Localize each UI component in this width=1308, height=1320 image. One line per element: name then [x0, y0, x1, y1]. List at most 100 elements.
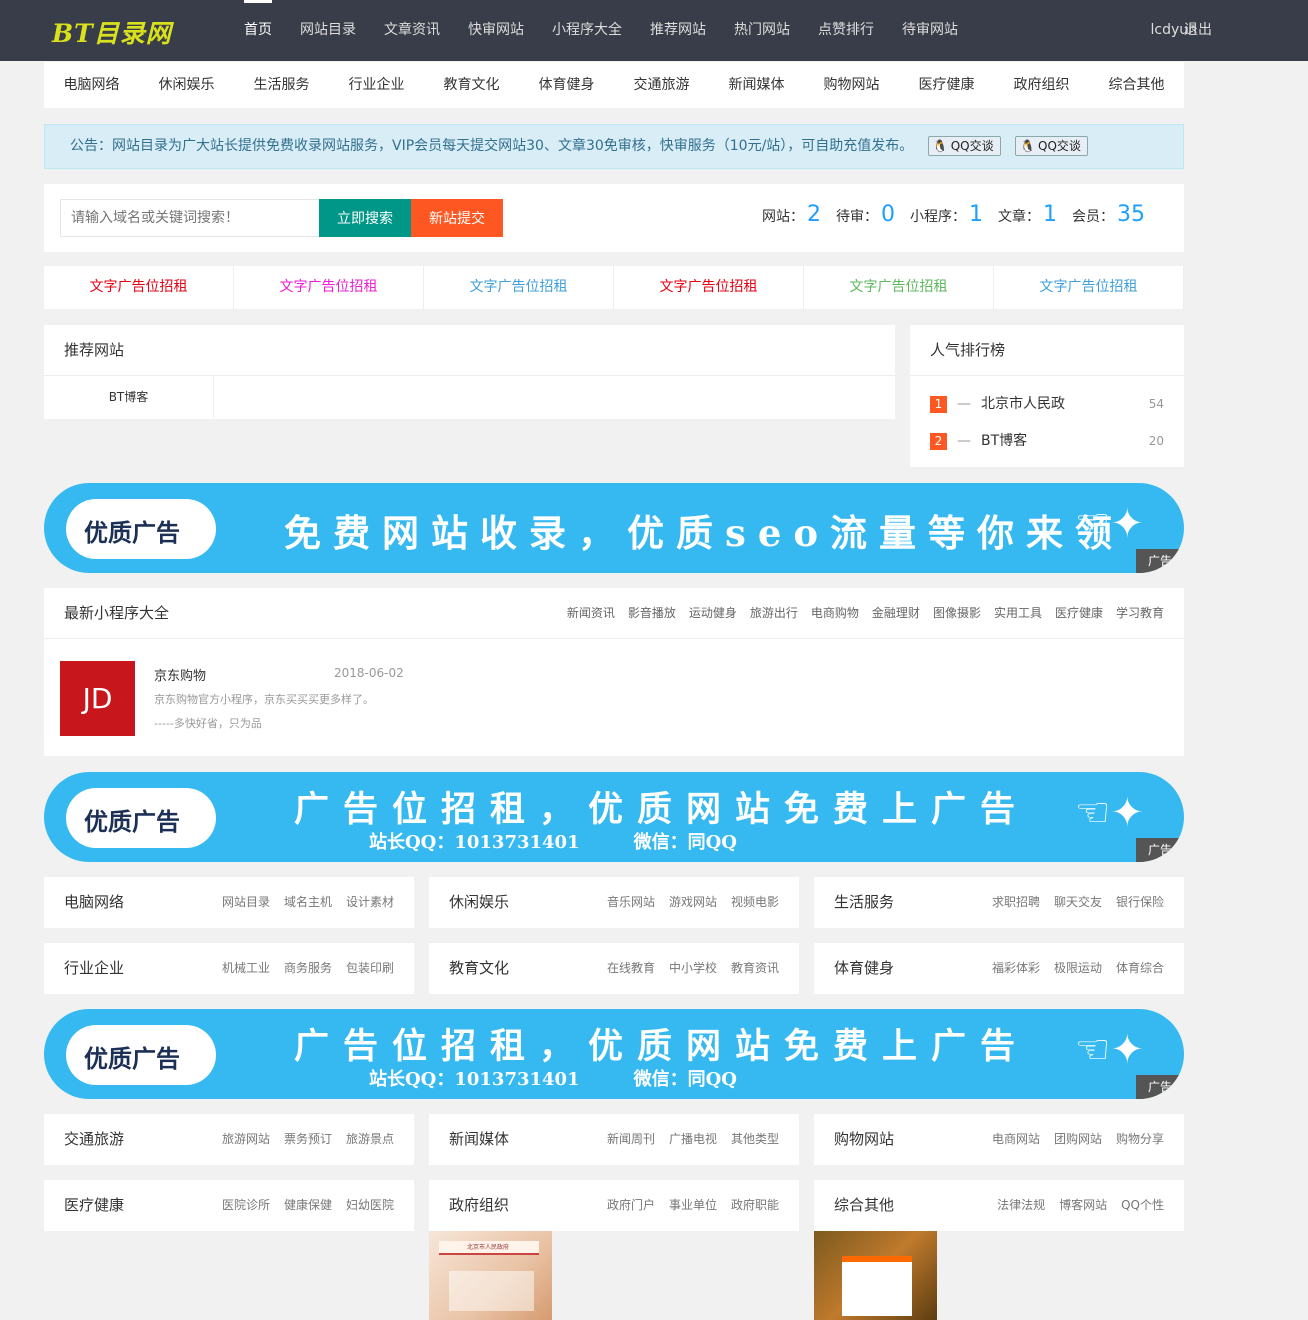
subcategory-link[interactable]: 医院诊所 [222, 1198, 270, 1212]
search-input[interactable] [60, 199, 320, 237]
category-link[interactable]: 生活服务 [234, 62, 329, 108]
ad-banner[interactable]: 优质广告 广告位招租，优质网站免费上广告 站长QQ：1013731401 微信：… [44, 1009, 1184, 1099]
category-link[interactable]: 行业企业 [329, 62, 424, 108]
subcategory-link[interactable]: 设计素材 [346, 895, 394, 909]
subcategory-link[interactable]: 其他类型 [731, 1132, 779, 1146]
miniprogram-tab[interactable]: 图像摄影 [933, 606, 981, 620]
category-link[interactable]: 政府组织 [994, 62, 1089, 108]
miniprogram-tab[interactable]: 金融理财 [872, 606, 920, 620]
nav-item-likes-rank[interactable]: 点赞排行 [804, 0, 888, 61]
subcategory-link[interactable]: 购物分享 [1116, 1132, 1164, 1146]
subcategory-link[interactable]: 求职招聘 [992, 895, 1040, 909]
subcategory-link[interactable]: 音乐网站 [607, 895, 655, 909]
miniprogram-name[interactable]: 京东购物 [154, 665, 206, 684]
subcategory-link[interactable]: 法律法规 [997, 1198, 1045, 1212]
subcategory-link[interactable]: 包装印刷 [346, 961, 394, 975]
subcategory-link[interactable]: 中小学校 [669, 961, 717, 975]
text-ad-link[interactable]: 文字广告位招租 [614, 266, 804, 309]
category-link[interactable]: 体育健身 [519, 62, 614, 108]
subcategory-link[interactable]: 游戏网站 [669, 895, 717, 909]
category-panel-title[interactable]: 行业企业 [64, 943, 124, 994]
miniprogram-tab[interactable]: 影音播放 [628, 606, 676, 620]
nav-item-home[interactable]: 首页 [230, 0, 286, 61]
search-button[interactable]: 立即搜索 [319, 199, 411, 237]
category-link[interactable]: 休闲娱乐 [139, 62, 234, 108]
subcategory-link[interactable]: 健康保健 [284, 1198, 332, 1212]
nav-item-miniprograms[interactable]: 小程序大全 [538, 0, 636, 61]
miniprogram-tab[interactable]: 运动健身 [689, 606, 737, 620]
logout-link[interactable]: 退出 [1184, 0, 1212, 61]
category-panel-title[interactable]: 政府组织 [449, 1180, 509, 1231]
subcategory-link[interactable]: 域名主机 [284, 895, 332, 909]
subcategory-link[interactable]: 票务预订 [284, 1132, 332, 1146]
miniprogram-tab[interactable]: 学习教育 [1116, 606, 1164, 620]
ranking-row[interactable]: 2— BT博客 20 [910, 423, 1184, 460]
category-panel-title[interactable]: 生活服务 [834, 877, 894, 928]
nav-item-fast-review[interactable]: 快审网站 [454, 0, 538, 61]
subcategory-link[interactable]: 极限运动 [1054, 961, 1102, 975]
subcategory-link[interactable]: 体育综合 [1116, 961, 1164, 975]
text-ad-link[interactable]: 文字广告位招租 [994, 266, 1184, 309]
subcategory-link[interactable]: 机械工业 [222, 961, 270, 975]
category-panel-title[interactable]: 新闻媒体 [449, 1114, 509, 1165]
miniprogram-tab[interactable]: 实用工具 [994, 606, 1042, 620]
category-panel-title[interactable]: 教育文化 [449, 943, 509, 994]
subcategory-link[interactable]: 妇幼医院 [346, 1198, 394, 1212]
subcategory-link[interactable]: 事业单位 [669, 1198, 717, 1212]
miniprogram-tab[interactable]: 医疗健康 [1055, 606, 1103, 620]
miniprogram-tab[interactable]: 电商购物 [811, 606, 859, 620]
subcategory-link[interactable]: 电商网站 [992, 1132, 1040, 1146]
rank-site-name[interactable]: BT博客 [981, 433, 1027, 449]
subcategory-link[interactable]: 广播电视 [669, 1132, 717, 1146]
text-ad-link[interactable]: 文字广告位招租 [804, 266, 994, 309]
submit-site-button[interactable]: 新站提交 [411, 199, 503, 237]
subcategory-link[interactable]: 教育资讯 [731, 961, 779, 975]
site-thumbnail[interactable] [814, 1231, 937, 1320]
miniprogram-item[interactable]: JD 京东购物 2018-06-02 京东购物官方小程序，京东买买买更多样了。 … [44, 639, 1184, 756]
jd-logo[interactable]: JD [60, 661, 135, 736]
category-panel-title[interactable]: 医疗健康 [64, 1180, 124, 1231]
miniprogram-tab[interactable]: 新闻资讯 [567, 606, 615, 620]
category-panel-title[interactable]: 综合其他 [834, 1180, 894, 1231]
subcategory-link[interactable]: 团购网站 [1054, 1132, 1102, 1146]
subcategory-link[interactable]: 聊天交友 [1054, 895, 1102, 909]
text-ad-link[interactable]: 文字广告位招租 [424, 266, 614, 309]
subcategory-link[interactable]: 商务服务 [284, 961, 332, 975]
category-panel-title[interactable]: 交通旅游 [64, 1114, 124, 1165]
nav-item-recommended[interactable]: 推荐网站 [636, 0, 720, 61]
ad-banner[interactable]: 优质广告 广告位招租，优质网站免费上广告 站长QQ：1013731401 微信：… [44, 772, 1184, 862]
subcategory-link[interactable]: 视频电影 [731, 895, 779, 909]
category-panel-title[interactable]: 购物网站 [834, 1114, 894, 1165]
text-ad-link[interactable]: 文字广告位招租 [44, 266, 234, 309]
category-link[interactable]: 交通旅游 [614, 62, 709, 108]
site-thumbnail[interactable]: 北京市人民政府 [429, 1231, 552, 1320]
category-link[interactable]: 购物网站 [804, 62, 899, 108]
recommend-site-link[interactable]: BT博客 [44, 376, 214, 418]
subcategory-link[interactable]: 网站目录 [222, 895, 270, 909]
subcategory-link[interactable]: 旅游景点 [346, 1132, 394, 1146]
text-ad-link[interactable]: 文字广告位招租 [234, 266, 424, 309]
category-panel-title[interactable]: 休闲娱乐 [449, 877, 509, 928]
subcategory-link[interactable]: QQ个性 [1121, 1198, 1164, 1212]
category-panel-title[interactable]: 体育健身 [834, 943, 894, 994]
subcategory-link[interactable]: 银行保险 [1116, 895, 1164, 909]
subcategory-link[interactable]: 博客网站 [1059, 1198, 1107, 1212]
qq-chat-button[interactable]: 🐧 QQ交谈 [927, 136, 1001, 156]
site-logo[interactable]: BT目录网 [52, 14, 172, 50]
category-link[interactable]: 新闻媒体 [709, 62, 804, 108]
category-link[interactable]: 电脑网络 [44, 62, 139, 108]
miniprogram-tab[interactable]: 旅游出行 [750, 606, 798, 620]
nav-item-articles[interactable]: 文章资讯 [370, 0, 454, 61]
nav-item-directory[interactable]: 网站目录 [286, 0, 370, 61]
nav-item-hot[interactable]: 热门网站 [720, 0, 804, 61]
category-link[interactable]: 教育文化 [424, 62, 519, 108]
rank-site-name[interactable]: 北京市人民政 [981, 396, 1065, 412]
subcategory-link[interactable]: 福彩体彩 [992, 961, 1040, 975]
category-link[interactable]: 综合其他 [1089, 62, 1184, 108]
nav-item-pending[interactable]: 待审网站 [888, 0, 972, 61]
category-panel-title[interactable]: 电脑网络 [64, 877, 124, 928]
subcategory-link[interactable]: 政府职能 [731, 1198, 779, 1212]
subcategory-link[interactable]: 在线教育 [607, 961, 655, 975]
qq-chat-button[interactable]: 🐧 QQ交谈 [1015, 136, 1088, 156]
subcategory-link[interactable]: 新闻周刊 [607, 1132, 655, 1146]
